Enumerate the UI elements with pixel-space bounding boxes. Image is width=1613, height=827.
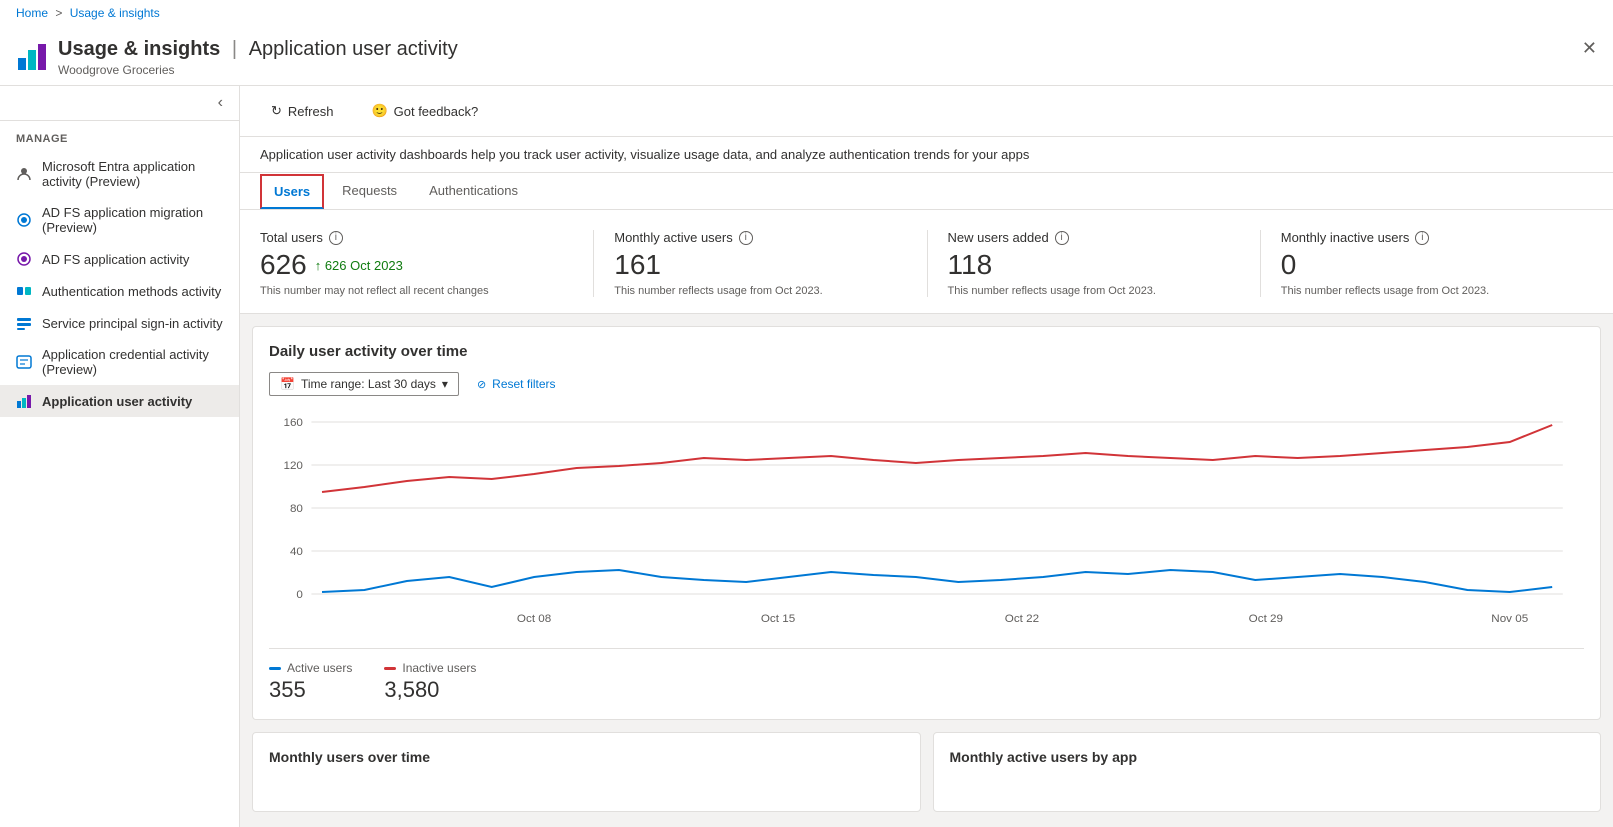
sidebar-item-entra-label: Microsoft Entra application activity (Pr… bbox=[42, 159, 223, 189]
svg-text:Oct 22: Oct 22 bbox=[1005, 613, 1039, 625]
legend-inactive-users: Inactive users 3,580 bbox=[384, 661, 476, 703]
tab-requests[interactable]: Requests bbox=[328, 173, 411, 210]
service-principal-icon bbox=[16, 315, 32, 331]
inactive-users-color bbox=[384, 667, 396, 670]
sidebar-manage-label: Manage bbox=[0, 121, 239, 151]
stat-total-users: Total users i 626 ↑ 626 Oct 2023 This nu… bbox=[260, 230, 593, 297]
monthly-active-info-icon[interactable]: i bbox=[739, 231, 753, 245]
tab-users[interactable]: Users bbox=[260, 174, 324, 209]
stat-new-users: New users added i 118 This number reflec… bbox=[927, 230, 1260, 297]
svg-text:Oct 15: Oct 15 bbox=[761, 613, 795, 625]
sidebar-item-service-principal[interactable]: Service principal sign-in activity bbox=[0, 307, 239, 339]
header-org: Woodgrove Groceries bbox=[58, 63, 1597, 77]
chart-section: Daily user activity over time 📅 Time ran… bbox=[252, 326, 1601, 720]
app-user-activity-icon bbox=[16, 393, 32, 409]
time-range-button[interactable]: 📅 Time range: Last 30 days ▾ bbox=[269, 372, 459, 396]
breadcrumb-home[interactable]: Home bbox=[16, 6, 48, 20]
sidebar-collapse-button[interactable]: ‹ bbox=[0, 86, 239, 121]
description-text: Application user activity dashboards hel… bbox=[260, 147, 1029, 162]
active-users-line bbox=[322, 570, 1552, 592]
tab-authentications[interactable]: Authentications bbox=[415, 173, 532, 210]
breadcrumb-separator: > bbox=[55, 6, 62, 20]
svg-text:Oct 08: Oct 08 bbox=[517, 613, 551, 625]
sidebar-item-adfs-activity[interactable]: AD FS application activity bbox=[0, 243, 239, 275]
bottom-card-monthly-active-by-app: Monthly active users by app bbox=[933, 732, 1602, 812]
sidebar-item-adfs-activity-label: AD FS application activity bbox=[42, 252, 189, 267]
header-text: Usage & insights | Application user acti… bbox=[58, 38, 1597, 77]
auth-methods-icon bbox=[16, 283, 32, 299]
monthly-inactive-value: 0 bbox=[1281, 249, 1297, 281]
svg-text:Nov 05: Nov 05 bbox=[1491, 613, 1528, 625]
inactive-users-legend-value: 3,580 bbox=[384, 677, 476, 703]
svg-text:160: 160 bbox=[283, 417, 302, 429]
sidebar-item-entra[interactable]: Microsoft Entra application activity (Pr… bbox=[0, 151, 239, 197]
page-header: Usage & insights | Application user acti… bbox=[0, 26, 1613, 86]
sidebar-item-credential-label: Application credential activity (Preview… bbox=[42, 347, 223, 377]
sidebar-item-credential[interactable]: Application credential activity (Preview… bbox=[0, 339, 239, 385]
chart-svg: 160 120 80 40 0 Oct 08 Oct 15 Oct 22 Oct… bbox=[269, 412, 1584, 632]
breadcrumb-current[interactable]: Usage & insights bbox=[70, 6, 160, 20]
sidebar-item-service-principal-label: Service principal sign-in activity bbox=[42, 316, 223, 331]
svg-text:40: 40 bbox=[290, 546, 303, 558]
svg-text:0: 0 bbox=[296, 589, 302, 601]
refresh-icon: ↻ bbox=[271, 103, 282, 119]
bottom-row: Monthly users over time Monthly active u… bbox=[252, 732, 1601, 812]
monthly-active-note: This number reflects usage from Oct 2023… bbox=[614, 285, 906, 297]
page-title: Usage & insights | Application user acti… bbox=[58, 38, 1597, 61]
feedback-button[interactable]: 🙂 Got feedback? bbox=[360, 96, 489, 126]
bottom-card-monthly-users: Monthly users over time bbox=[252, 732, 921, 812]
sidebar-item-auth-methods-label: Authentication methods activity bbox=[42, 284, 221, 299]
description-bar: Application user activity dashboards hel… bbox=[240, 137, 1613, 173]
active-users-legend-value: 355 bbox=[269, 677, 352, 703]
dropdown-icon: ▾ bbox=[442, 377, 448, 391]
calendar-icon: 📅 bbox=[280, 377, 295, 391]
chart-title: Daily user activity over time bbox=[269, 343, 1584, 360]
total-users-value: 626 bbox=[260, 249, 307, 281]
close-button[interactable]: ✕ bbox=[1582, 38, 1597, 59]
header-icon bbox=[16, 40, 48, 72]
tabs-bar: Users Requests Authentications bbox=[240, 173, 1613, 210]
legend-active-users: Active users 355 bbox=[269, 661, 352, 703]
adfs-activity-icon bbox=[16, 251, 32, 267]
inactive-users-line bbox=[322, 425, 1552, 492]
new-users-note: This number reflects usage from Oct 2023… bbox=[948, 285, 1240, 297]
stat-monthly-inactive: Monthly inactive users i 0 This number r… bbox=[1260, 230, 1593, 297]
total-users-change: ↑ 626 Oct 2023 bbox=[315, 258, 403, 273]
sidebar-item-adfs-migration-label: AD FS application migration (Preview) bbox=[42, 205, 223, 235]
sidebar-item-app-user-activity[interactable]: Application user activity bbox=[0, 385, 239, 417]
content-area: ↻ Refresh 🙂 Got feedback? Application us… bbox=[240, 86, 1613, 827]
monthly-users-title: Monthly users over time bbox=[269, 749, 904, 765]
total-users-note: This number may not reflect all recent c… bbox=[260, 285, 573, 297]
sidebar: ‹ Manage Microsoft Entra application act… bbox=[0, 86, 240, 827]
reset-filters-button[interactable]: ⊘ Reset filters bbox=[471, 373, 562, 395]
filter-icon: ⊘ bbox=[477, 378, 486, 391]
chart-wrapper: 160 120 80 40 0 Oct 08 Oct 15 Oct 22 Oct… bbox=[269, 412, 1584, 632]
active-users-color bbox=[269, 667, 281, 670]
sidebar-item-auth-methods[interactable]: Authentication methods activity bbox=[0, 275, 239, 307]
stats-row: Total users i 626 ↑ 626 Oct 2023 This nu… bbox=[240, 210, 1613, 314]
svg-text:80: 80 bbox=[290, 503, 303, 515]
chart-filters: 📅 Time range: Last 30 days ▾ ⊘ Reset fil… bbox=[269, 372, 1584, 396]
toolbar: ↻ Refresh 🙂 Got feedback? bbox=[240, 86, 1613, 137]
monthly-active-by-app-title: Monthly active users by app bbox=[950, 749, 1585, 765]
sidebar-item-app-user-activity-label: Application user activity bbox=[42, 394, 192, 409]
credential-icon bbox=[16, 354, 32, 370]
new-users-value: 118 bbox=[948, 249, 993, 281]
stat-monthly-active: Monthly active users i 161 This number r… bbox=[593, 230, 926, 297]
refresh-button[interactable]: ↻ Refresh bbox=[260, 96, 344, 126]
adfs-migration-icon bbox=[16, 212, 32, 228]
feedback-icon: 🙂 bbox=[371, 103, 387, 119]
monthly-inactive-info-icon[interactable]: i bbox=[1415, 231, 1429, 245]
monthly-active-value: 161 bbox=[614, 249, 661, 281]
total-users-info-icon[interactable]: i bbox=[329, 231, 343, 245]
sidebar-item-adfs-migration[interactable]: AD FS application migration (Preview) bbox=[0, 197, 239, 243]
svg-text:120: 120 bbox=[283, 460, 302, 472]
user-icon bbox=[16, 166, 32, 182]
svg-text:Oct 29: Oct 29 bbox=[1249, 613, 1283, 625]
breadcrumb: Home > Usage & insights bbox=[0, 0, 1613, 26]
monthly-inactive-note: This number reflects usage from Oct 2023… bbox=[1281, 285, 1573, 297]
chart-legend: Active users 355 Inactive users 3,580 bbox=[269, 648, 1584, 703]
new-users-info-icon[interactable]: i bbox=[1055, 231, 1069, 245]
